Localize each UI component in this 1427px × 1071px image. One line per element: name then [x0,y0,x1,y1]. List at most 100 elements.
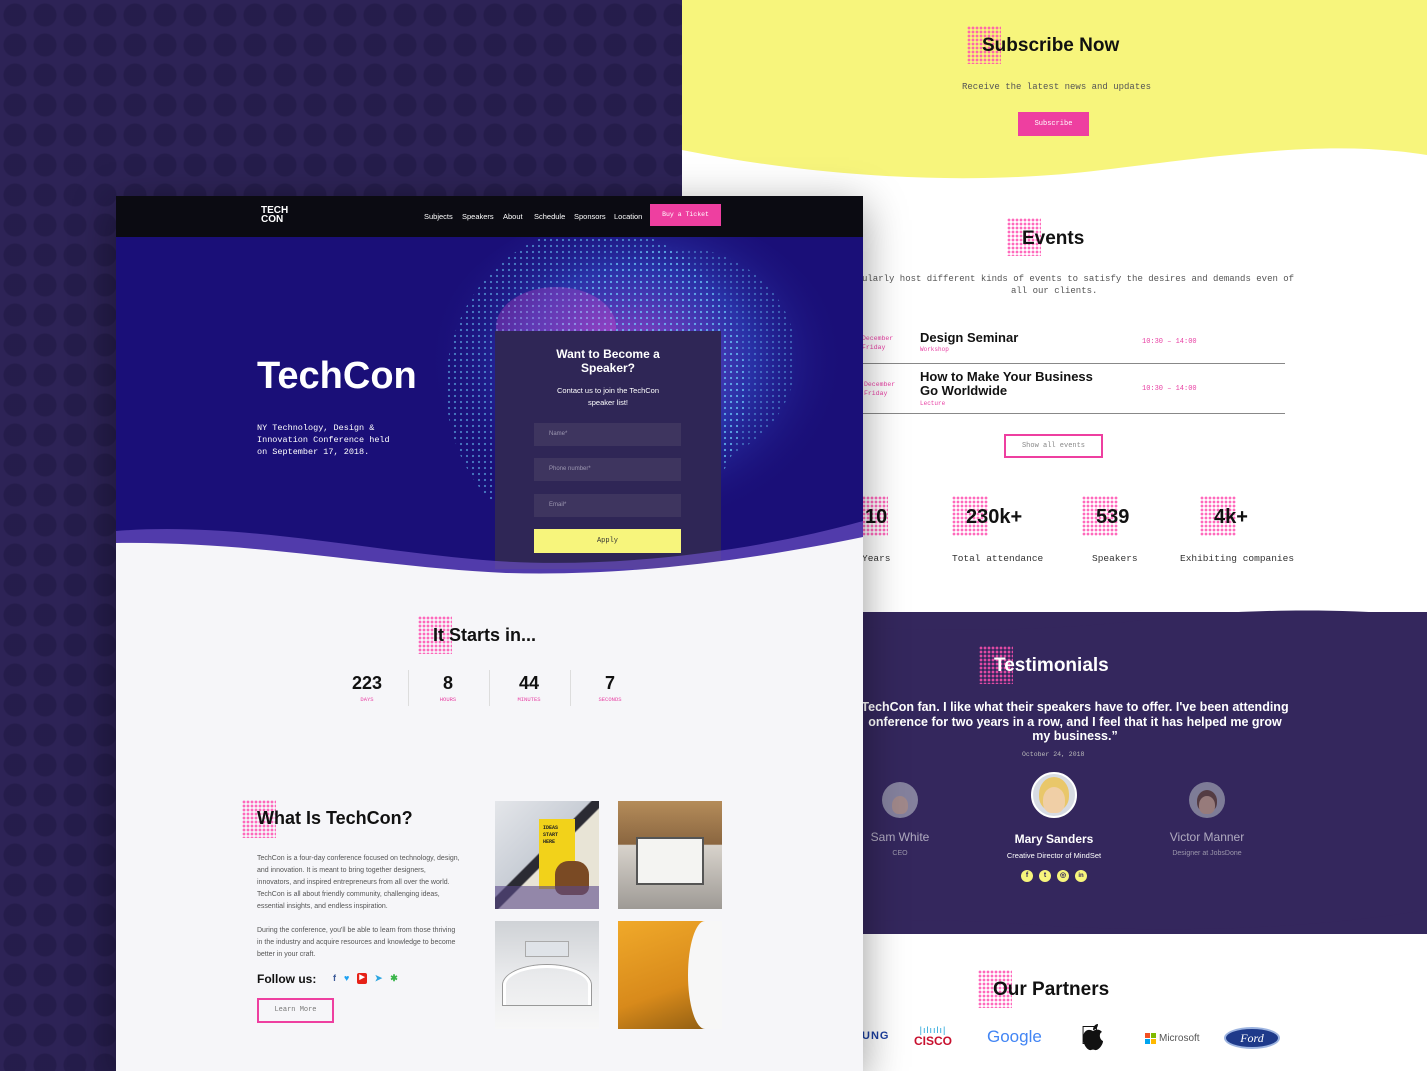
logo-line: CON [261,214,284,225]
social-icons: f t ◎ in [994,870,1114,882]
nav-link-about[interactable]: About [503,212,523,221]
form-desc-line: Contact us to join the TechCon [556,386,659,395]
quote-line: TechCon fan. I like what their speakers … [861,700,1289,714]
photo-lounge: IDEAS START HERE [495,801,599,909]
event-row[interactable]: December Friday Design Seminar Workshop 1… [862,320,1285,364]
event-name-line: How to Make Your Business [920,369,1093,384]
twitter-icon[interactable]: ♥ [344,973,349,984]
quote-line: my business.” [1032,729,1118,743]
buy-ticket-button[interactable]: Buy a Ticket [650,204,721,226]
partners-title: Our Partners [993,979,1110,1000]
telegram-icon[interactable]: ➤ [375,973,383,984]
microsoft-squares-icon [1145,1033,1156,1044]
stat-label: Years [862,553,891,564]
cisco-bars-icon: |ılıılı| [919,1025,947,1035]
avatar [1189,782,1225,818]
hero-wave [116,521,863,581]
event-date: December [862,335,894,342]
nav-link-speakers[interactable]: Speakers [462,212,494,221]
testimonials-title: Testimonials [994,655,1109,676]
facebook-icon[interactable]: f [333,973,336,984]
about-line: innovators, and inspired entrepreneurs f… [257,879,450,886]
person-role: Creative Director of MindSet [1006,851,1102,860]
event-type: Lecture [920,400,946,407]
person-name: Victor Manner [1169,830,1245,844]
countdown-days-label: DAYS [360,696,374,703]
youtube-icon[interactable]: ▶ [357,973,367,984]
stat-label: Total attendance [952,553,1044,564]
form-desc-line: speaker list! [587,398,629,407]
countdown-seconds-label: SECONDS [598,696,622,703]
event-name-line: Go Worldwide [920,383,1008,398]
instagram-icon[interactable]: ◎ [1057,870,1069,882]
stat-number: 4k+ [1214,506,1248,528]
partner-name: CISCO [914,1034,953,1048]
partner-name: Microsoft [1159,1033,1200,1044]
about-line: TechCon is a four-day conference focused… [257,855,460,862]
stat-number: 10 [865,506,888,528]
countdown-minutes-label: MINUTES [517,696,541,703]
nav-link-subjects[interactable]: Subjects [424,212,453,221]
subscribe-subtitle: Receive the latest news and updates [962,82,1152,92]
event-day: Friday [864,390,888,397]
about-line: TechCon is all about friendly community,… [257,891,440,898]
about-line: During the conference, you'll be able to… [257,927,456,934]
nav-link-location[interactable]: Location [614,212,642,221]
hero-subtitle-line: on September 17, 2018. [257,447,370,457]
partner-logo-microsoft: Microsoft [1145,1033,1200,1044]
photo-auditorium [495,921,599,1029]
apple-logo-icon [1083,1024,1103,1051]
event-row[interactable]: December Friday How to Make Your Business… [862,364,1285,414]
top-nav: TECH CON Subjects Speakers About Schedul… [116,196,863,237]
form-description: Contact us to join the TechCon speaker l… [495,385,721,409]
subscribe-title: Subscribe Now [982,35,1120,56]
about-line: in the industry and acquire resources an… [257,939,456,946]
event-date: December [864,381,896,388]
about-line: better in your craft. [257,951,316,958]
testimonial-person-active[interactable]: Mary Sanders Creative Director of MindSe… [994,772,1114,882]
testimonial-person[interactable]: Victor Manner Designer at JobsDone [1152,782,1262,857]
events-title: Events [1022,228,1085,249]
partner-logo-ford: Ford [1224,1027,1280,1049]
about-paragraph-2: During the conference, you'll be able to… [257,925,482,961]
hero-subtitle: NY Technology, Design & Innovation Confe… [257,422,390,458]
avatar [1031,772,1077,818]
event-day: Friday [862,344,886,351]
event-time: 10:30 – 14:00 [1142,338,1197,346]
email-field[interactable]: Email* [534,494,681,517]
partner-logo-google: Google [987,1027,1042,1046]
phone-field[interactable]: Phone number* [534,458,681,481]
testimonial-person[interactable]: Sam White CEO [860,782,940,857]
projector-screen [636,837,704,885]
hero-title: TechCon [257,355,417,397]
event-name: Design Seminar [920,330,1019,345]
facebook-icon[interactable]: f [1021,870,1033,882]
about-line: essential insights, and endless inspirat… [257,903,388,910]
stat-number: 539 [1096,506,1130,528]
follow-us-label: Follow us: [257,972,317,986]
show-all-events-button[interactable]: Show all events [1004,434,1103,458]
countdown-minutes: 44 [518,673,540,693]
twitter-icon[interactable]: t [1039,870,1051,882]
subscribe-button[interactable]: Subscribe [1018,112,1089,136]
name-field[interactable]: Name* [534,423,681,446]
stat-label: Speakers [1092,553,1138,564]
form-title: Want to Become a Speaker? [495,347,721,375]
countdown-hours-label: HOURS [439,696,457,703]
stat-number: 230k+ [966,506,1023,528]
slack-icon[interactable]: ✱ [390,973,398,984]
linkedin-icon[interactable]: in [1075,870,1087,882]
events-intro: ularly host different kinds of events to… [862,274,1295,284]
carpet [495,886,599,909]
countdown-seconds: 7 [604,673,615,693]
nav-link-schedule[interactable]: Schedule [534,212,565,221]
hero-subtitle-line: NY Technology, Design & [257,423,375,433]
avatar [882,782,918,818]
seating [503,965,591,1005]
about-paragraph-1: TechCon is a four-day conference focused… [257,853,482,913]
nav-link-sponsors[interactable]: Sponsors [574,212,606,221]
logo[interactable]: TECH CON [261,206,288,225]
learn-more-button[interactable]: Learn More [257,998,334,1023]
form-title-line: Speaker? [580,361,636,375]
partner-logo-cisco: |ılıılı| CISCO [914,1025,953,1049]
